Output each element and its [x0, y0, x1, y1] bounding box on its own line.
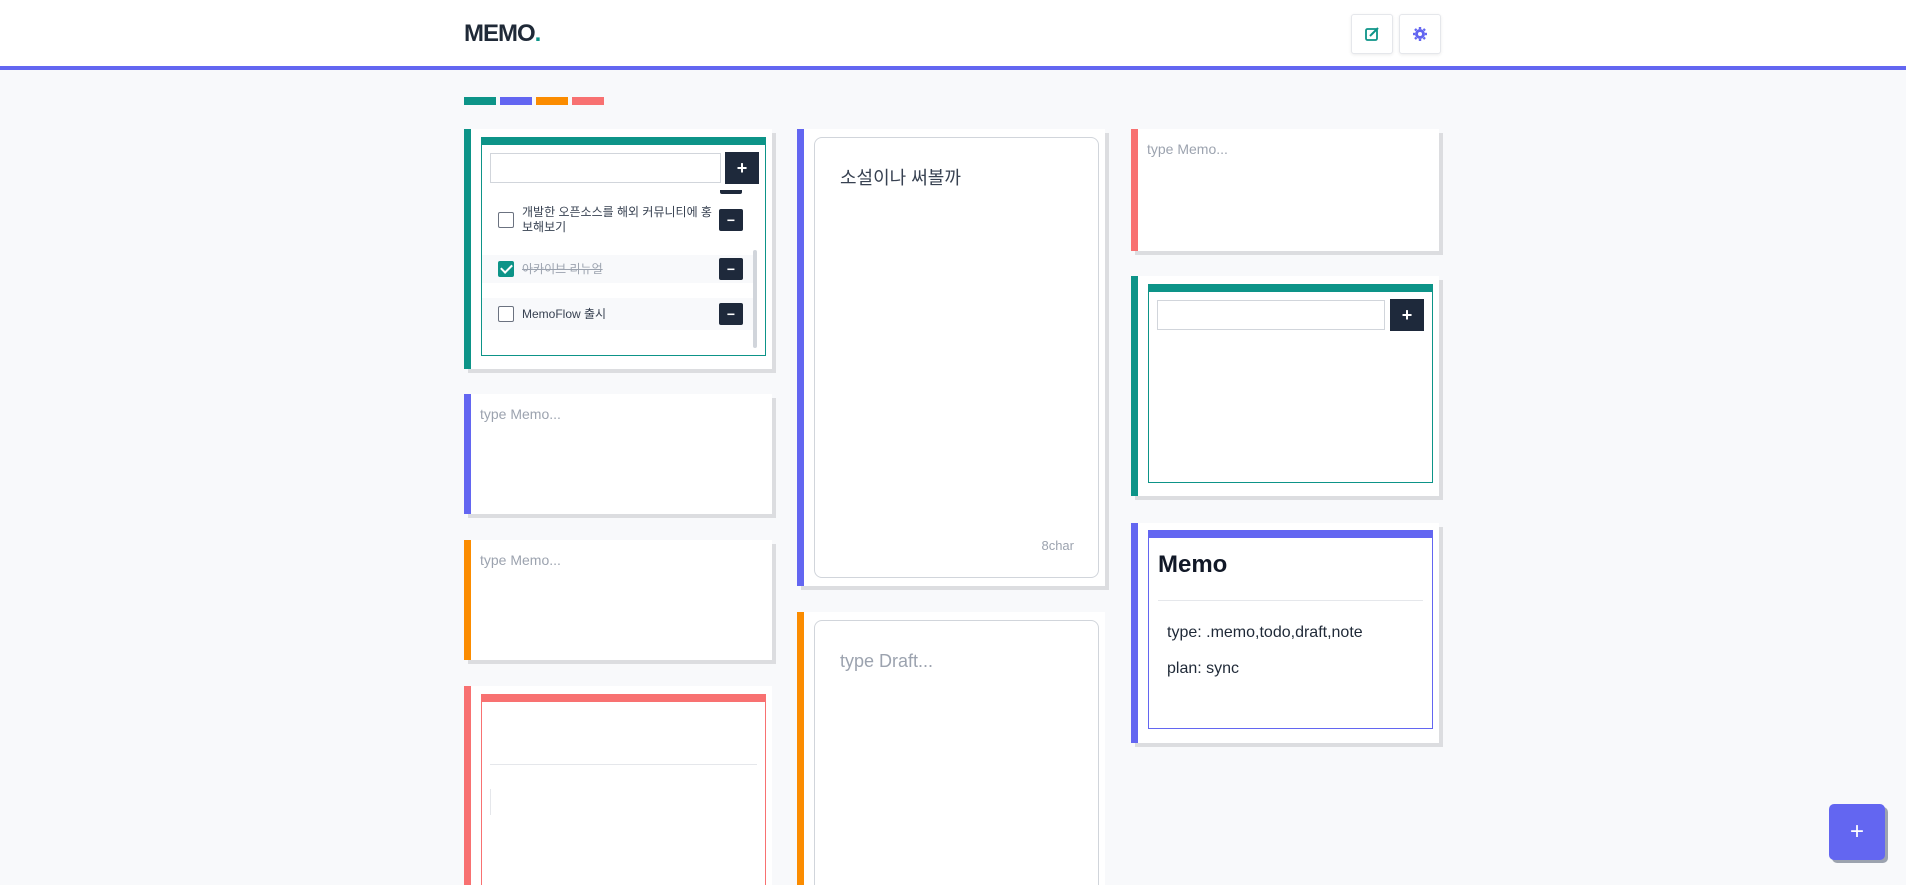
memo-card[interactable]: type Memo...: [1131, 129, 1439, 251]
color-swatch-teal[interactable]: [464, 97, 496, 105]
draft-placeholder: type Draft...: [840, 651, 934, 671]
memo-card[interactable]: type Memo...: [464, 394, 772, 514]
scrolled-item-edge: [720, 190, 742, 194]
app-logo[interactable]: MEMO.: [464, 20, 541, 48]
char-count: 8char: [1041, 538, 1074, 553]
memo-placeholder[interactable]: type Memo...: [480, 406, 561, 422]
edit-icon: [1365, 27, 1379, 41]
card-stripe: [464, 686, 471, 885]
card-stripe: [464, 540, 471, 660]
memo-placeholder[interactable]: type Memo...: [480, 552, 561, 568]
info-plan-line: plan: sync: [1167, 660, 1240, 677]
note-text-cursor: [490, 789, 491, 815]
draft-text: 소설이나 써볼까: [840, 168, 961, 188]
note-divider: [490, 764, 757, 765]
info-panel: Memo type: .memo,todo,draft,note plan: s…: [1148, 530, 1433, 729]
memo-card[interactable]: type Memo...: [464, 540, 772, 660]
todo-checkbox[interactable]: [498, 306, 514, 322]
todo-item-text: 개발한 오픈소스를 해외 커뮤니티에 홍보해보기: [522, 205, 712, 234]
gear-icon: [1413, 27, 1427, 41]
todo-item: 개발한 오픈소스를 해외 커뮤니티에 홍보해보기 −: [482, 197, 755, 243]
card-stripe: [1131, 523, 1138, 743]
todo-panel-topbar: [1149, 285, 1432, 292]
todo-item: MemoFlow 출시 −: [482, 298, 755, 330]
todo-input[interactable]: [490, 153, 721, 183]
todo-item-text: 아카이브 리뉴얼: [522, 261, 603, 276]
color-swatch-red[interactable]: [572, 97, 604, 105]
add-todo-button[interactable]: +: [725, 152, 759, 184]
todo-checkbox[interactable]: [498, 261, 514, 277]
info-panel-topbar: [1149, 531, 1432, 538]
color-swatch-indigo[interactable]: [500, 97, 532, 105]
remove-todo-button[interactable]: −: [719, 303, 743, 325]
todo-checkbox[interactable]: [498, 212, 514, 228]
info-card: Memo type: .memo,todo,draft,note plan: s…: [1131, 523, 1439, 743]
card-stripe: [464, 129, 471, 369]
info-divider: [1158, 600, 1423, 601]
todo-item: 아카이브 리뉴얼 −: [482, 255, 755, 283]
todo-input[interactable]: [1157, 300, 1385, 330]
add-todo-button[interactable]: +: [1390, 299, 1424, 331]
draft-editor[interactable]: 소설이나 써볼까 8char: [814, 137, 1099, 578]
draft-editor[interactable]: type Draft...: [814, 620, 1099, 885]
remove-todo-button[interactable]: −: [719, 258, 743, 280]
add-card-button[interactable]: +: [1829, 804, 1885, 860]
card-stripe: [1131, 129, 1138, 251]
settings-button[interactable]: [1399, 14, 1441, 54]
memo-placeholder[interactable]: type Memo...: [1147, 141, 1228, 157]
scrollbar[interactable]: [753, 250, 757, 348]
draft-card: 소설이나 써볼까 8char: [797, 129, 1105, 586]
todo-card: +: [1131, 276, 1439, 496]
card-stripe: [797, 612, 804, 885]
color-swatch-orange[interactable]: [536, 97, 568, 105]
new-memo-button[interactable]: [1351, 14, 1393, 54]
todo-item-text: MemoFlow 출시: [522, 306, 607, 321]
note-card: [464, 686, 772, 885]
todo-panel: +: [1148, 284, 1433, 483]
draft-card: type Draft...: [797, 612, 1105, 885]
todo-card: + 개발한 오픈소스를 해외 커뮤니티에 홍보해보기 − 아카이브 리뉴얼 − …: [464, 129, 772, 369]
info-type-line: type: .memo,todo,draft,note: [1167, 624, 1363, 641]
todo-panel-topbar: [482, 138, 765, 145]
card-stripe: [1131, 276, 1138, 496]
todo-panel: + 개발한 오픈소스를 해외 커뮤니티에 홍보해보기 − 아카이브 리뉴얼 − …: [481, 137, 766, 356]
card-stripe: [797, 129, 804, 586]
remove-todo-button[interactable]: −: [719, 209, 743, 231]
note-panel-topbar: [482, 695, 765, 702]
note-panel[interactable]: [481, 694, 766, 885]
app-header: MEMO.: [0, 0, 1906, 70]
card-stripe: [464, 394, 471, 514]
info-title: Memo: [1158, 551, 1228, 578]
